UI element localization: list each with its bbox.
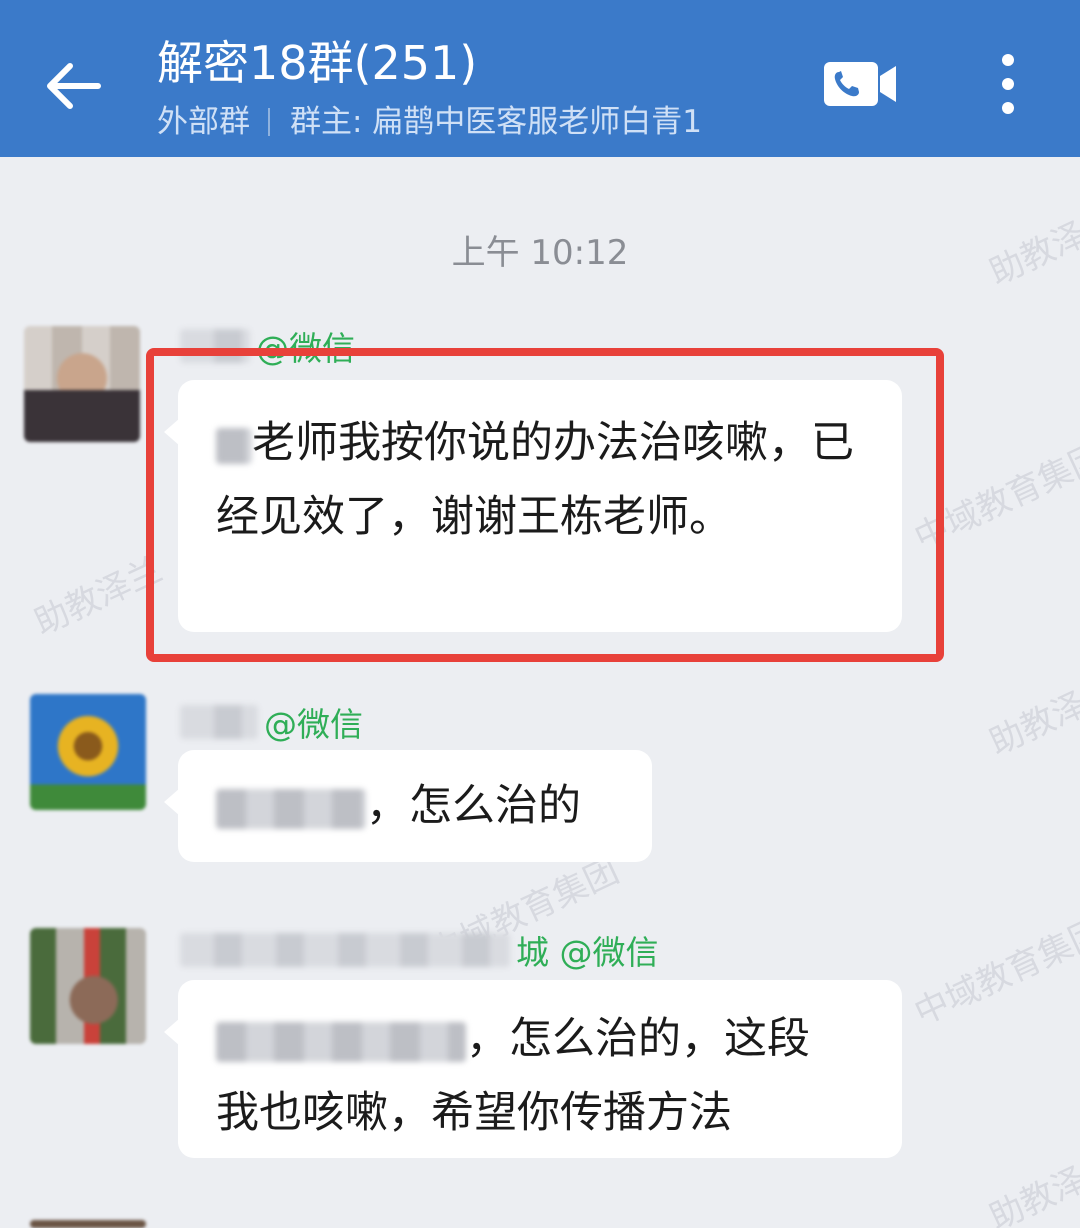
- watermark-text: 中域教育集团: [908, 911, 1080, 1034]
- sender-name[interactable]: @微信: [180, 698, 363, 746]
- group-owner-label: 群主: 扁鹊中医客服老师白青1: [290, 104, 703, 140]
- sender-platform-label: 城 @微信: [516, 933, 659, 972]
- time-divider: 上午 10:12: [451, 233, 629, 273]
- group-subtitle: 外部群 群主: 扁鹊中医客服老师白青1: [157, 100, 702, 144]
- message-bubble[interactable]: ，怎么治的: [164, 750, 652, 862]
- message-bubble[interactable]: ，怎么治的，这段 我也咳嗽，希望你传播方法: [164, 980, 902, 1158]
- redacted-text: [216, 1021, 466, 1062]
- group-title[interactable]: 解密18群(251): [157, 30, 477, 96]
- message-text: ，怎么治的: [366, 781, 581, 831]
- arrow-left-icon: [47, 63, 101, 109]
- more-vertical-icon: [1002, 54, 1014, 114]
- avatar[interactable]: [30, 928, 146, 1044]
- message-text: ，怎么治的，这段: [466, 1014, 810, 1064]
- back-button[interactable]: [36, 50, 108, 122]
- chat-header: 解密18群(251) 外部群 群主: 扁鹊中医客服老师白青1: [0, 0, 1080, 157]
- video-call-button[interactable]: [820, 58, 902, 112]
- redacted-name: [180, 933, 510, 967]
- video-call-icon: [824, 62, 896, 106]
- avatar[interactable]: [30, 694, 146, 810]
- more-button[interactable]: [990, 50, 1026, 122]
- message-line: 我也咳嗽，希望你传播方法: [216, 1088, 732, 1138]
- sender-name[interactable]: 城 @微信: [180, 926, 659, 974]
- redacted-name: [180, 705, 258, 739]
- watermark-text: 助教泽: [983, 684, 1080, 764]
- sender-platform-label: @微信: [264, 705, 363, 744]
- watermark-text: 助教泽: [983, 1159, 1080, 1228]
- avatar[interactable]: [24, 326, 140, 442]
- message-line: ，怎么治的，这段: [216, 1002, 868, 1076]
- redacted-text: [216, 788, 366, 829]
- avatar[interactable]: [30, 1220, 146, 1228]
- subtitle-divider: [268, 108, 270, 136]
- highlight-box: [146, 348, 944, 662]
- group-type-label: 外部群: [157, 104, 250, 140]
